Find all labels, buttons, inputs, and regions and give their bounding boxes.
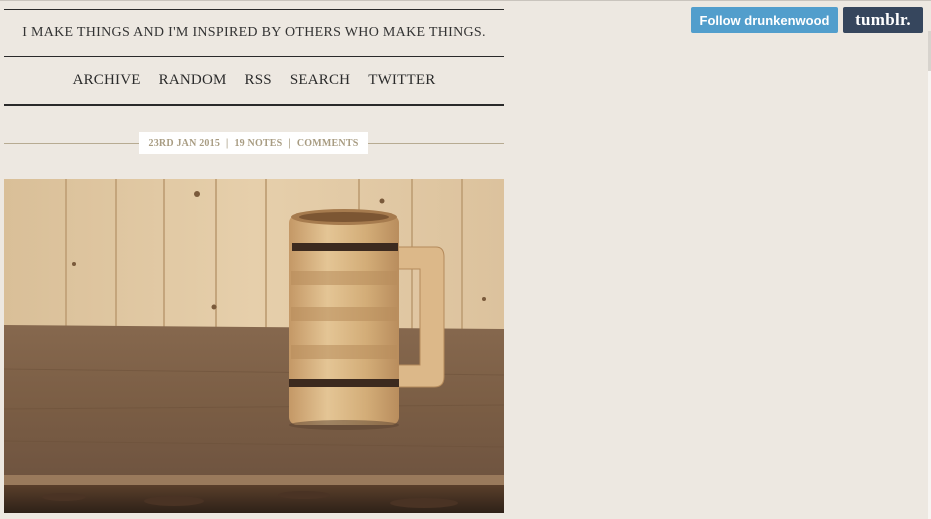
nav-search-link[interactable]: SEARCH	[290, 72, 350, 89]
blog-tagline: I MAKE THINGS AND I'M INSPIRED BY OTHERS…	[4, 9, 504, 56]
tagline-text: I MAKE THINGS AND I'M INSPIRED BY OTHERS…	[22, 25, 486, 40]
post-comments-link[interactable]: COMMENTS	[297, 138, 359, 149]
wooden-mug-photo	[4, 179, 504, 513]
nav-archive-link[interactable]: ARCHIVE	[73, 72, 141, 89]
nav-twitter-link[interactable]: TWITTER	[368, 72, 435, 89]
nav-random-link[interactable]: RANDOM	[159, 72, 227, 89]
meta-separator: |	[288, 137, 291, 149]
post-date-link[interactable]: 23RD JAN 2015	[149, 138, 221, 149]
nav-rss-link[interactable]: RSS	[245, 72, 272, 89]
post-meta: 23RD JAN 2015 | 19 NOTES | COMMENTS	[139, 132, 368, 154]
tumblr-logo-button[interactable]: tumblr.	[843, 7, 923, 33]
main-nav: ARCHIVE RANDOM RSS SEARCH TWITTER	[4, 56, 504, 106]
post-notes-link[interactable]: 19 NOTES	[234, 138, 282, 149]
follow-button-label: Follow drunkenwood	[699, 12, 830, 28]
meta-separator: |	[226, 137, 229, 149]
tumblr-logo-label: tumblr.	[855, 10, 911, 29]
follow-blog-button[interactable]: Follow drunkenwood	[691, 7, 838, 33]
post-photo[interactable]	[4, 179, 504, 513]
